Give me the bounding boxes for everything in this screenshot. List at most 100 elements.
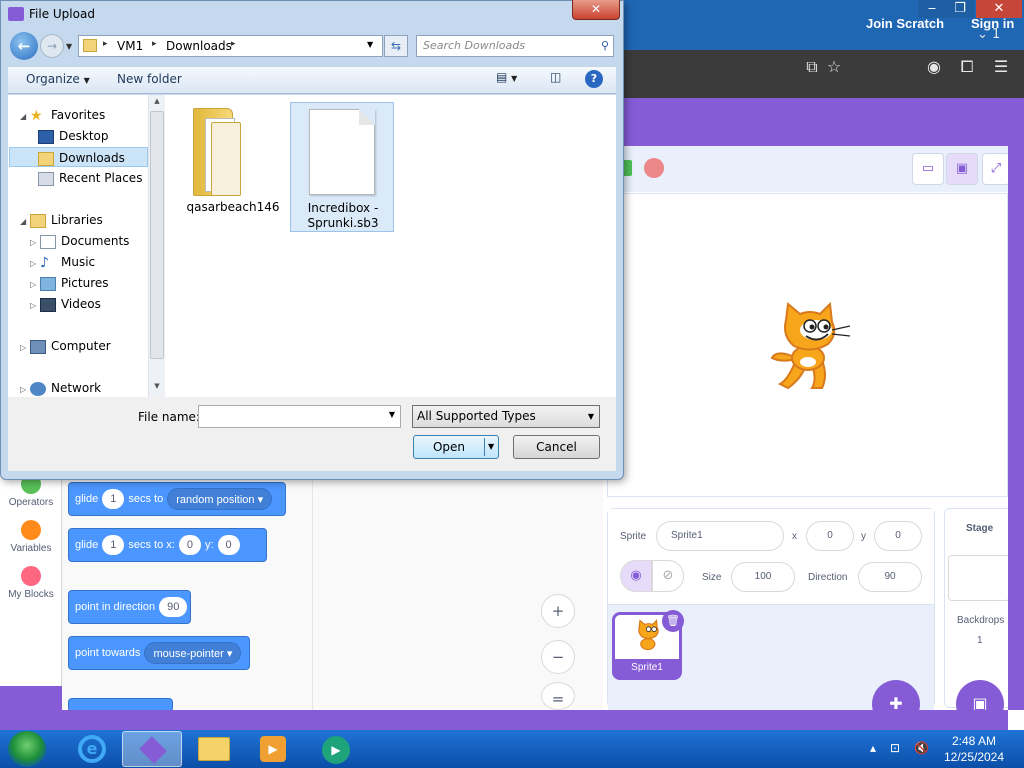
file-type-dropdown-icon[interactable]: ▼ (588, 406, 594, 427)
collapse-icon[interactable]: ◢ (20, 217, 26, 226)
breadcrumb-separator-icon[interactable]: ▸ (231, 39, 236, 49)
file-type-select[interactable]: All Supported Types ▼ (412, 405, 600, 428)
volume-muted-icon[interactable]: 🔇 (914, 741, 929, 755)
back-arrow-icon[interactable]: ← (10, 32, 38, 60)
media-center-taskbar-icon[interactable]: ▶ (306, 731, 366, 767)
bookmark-star-icon[interactable]: ☆ (823, 56, 845, 78)
breadcrumb-separator-icon[interactable]: ▸ (103, 39, 108, 49)
screenshot-icon[interactable]: ⧉ (801, 56, 823, 78)
my-blocks-category-icon[interactable] (21, 566, 41, 586)
nav-documents[interactable]: ▷ Documents (26, 231, 129, 251)
preview-pane-icon[interactable]: ◫ (550, 70, 561, 84)
zoom-in-icon[interactable]: + (541, 594, 575, 628)
restore-button[interactable]: ❐ (946, 0, 974, 18)
search-input[interactable]: Search Downloads ⚲ (416, 35, 614, 57)
sign-in-link[interactable]: Sign in (971, 16, 1014, 31)
system-clock[interactable]: 2:48 AM 12/25/2024 (934, 733, 1014, 765)
scroll-down-icon[interactable]: ▼ (150, 382, 164, 390)
profile-icon[interactable]: ◉ (923, 56, 945, 78)
menu-icon[interactable]: ☰ (990, 56, 1012, 78)
nav-computer[interactable]: ▷ Computer (16, 336, 111, 356)
nav-libraries[interactable]: ◢ Libraries (16, 210, 103, 230)
nav-music[interactable]: ▷ ♪ Music (26, 252, 95, 272)
change-view-icon[interactable]: ▤ ▼ (496, 70, 517, 84)
category-my-blocks[interactable]: My Blocks (0, 589, 62, 600)
nav-downloads[interactable]: Downloads (9, 147, 148, 167)
join-scratch-link[interactable]: Join Scratch (866, 16, 944, 31)
large-stage-button[interactable]: ▣ (946, 153, 978, 185)
help-icon[interactable]: ? (585, 70, 603, 88)
breadcrumb-separator-icon[interactable]: ▸ (152, 39, 157, 49)
y-position-input[interactable]: 0 (874, 521, 922, 551)
workspace-scrollbar[interactable] (593, 478, 603, 710)
open-options-dropdown-icon[interactable]: ▼ (488, 436, 494, 458)
expand-icon[interactable]: ▷ (30, 280, 36, 289)
zoom-out-icon[interactable]: − (541, 640, 575, 674)
variables-category-icon[interactable] (21, 520, 41, 540)
nav-scroll-thumb[interactable] (150, 111, 164, 359)
block-input-secs[interactable]: 1 (102, 535, 125, 556)
expand-icon[interactable]: ▷ (30, 238, 36, 247)
address-bar[interactable]: ▸ VM1 ▸ Downloads ▸ ▼ (78, 35, 383, 57)
block-input-direction[interactable]: 90 (159, 597, 188, 618)
tray-expand-icon[interactable]: ▴ (870, 741, 876, 755)
collapse-icon[interactable]: ◢ (20, 112, 26, 121)
nav-pane-scrollbar[interactable]: ▲ ▼ (148, 95, 165, 397)
hide-sprite-eye-icon[interactable]: ⊘ (652, 560, 684, 592)
scroll-up-icon[interactable]: ▲ (150, 97, 164, 105)
media-player-taskbar-icon[interactable]: ▶ (244, 731, 304, 767)
glide-xy-block[interactable]: glide 1 secs to x: 0 y: 0 (68, 528, 267, 562)
refresh-icon[interactable]: ⇆ (384, 35, 408, 57)
block-dropdown-target[interactable]: random position ▾ (167, 488, 273, 511)
stage-thumbnail[interactable] (948, 555, 1010, 601)
category-variables[interactable]: Variables (0, 543, 62, 554)
breadcrumb-downloads[interactable]: Downloads (166, 39, 232, 53)
zoom-reset-icon[interactable]: = (541, 682, 575, 710)
delete-sprite-icon[interactable]: 🗑 (662, 610, 684, 632)
nav-favorites[interactable]: ◢ ★ Favorites (16, 105, 105, 125)
address-dropdown-icon[interactable]: ▼ (367, 40, 373, 49)
nav-pictures[interactable]: ▷ Pictures (26, 273, 109, 293)
show-sprite-eye-icon[interactable]: ◉ (620, 560, 652, 592)
explorer-taskbar-icon[interactable] (184, 731, 244, 767)
nav-network[interactable]: ▷ Network (16, 378, 101, 398)
file-name-input[interactable]: ▼ (198, 405, 401, 428)
direction-input[interactable]: 90 (858, 562, 922, 592)
open-button[interactable]: Open ▼ (413, 435, 499, 459)
search-icon[interactable]: ⚲ (601, 36, 609, 56)
expand-icon[interactable]: ▷ (20, 385, 26, 394)
page-horizontal-scrollbar[interactable] (0, 710, 1008, 730)
block-dropdown-target[interactable]: mouse-pointer ▾ (144, 642, 242, 665)
small-stage-button[interactable]: ▭ (912, 153, 944, 185)
extensions-strip[interactable] (0, 686, 62, 710)
page-vertical-scrollbar[interactable] (1008, 98, 1024, 710)
size-input[interactable]: 100 (731, 562, 795, 592)
fullscreen-icon[interactable]: ⤢ (982, 153, 1010, 185)
nav-recent-places[interactable]: Recent Places (34, 168, 142, 188)
start-button[interactable] (8, 731, 46, 767)
file-item-sb3[interactable]: Incredibox - Sprunki.sb3 (290, 102, 394, 232)
file-item-folder[interactable]: qasarbeach146 (181, 102, 285, 232)
expand-icon[interactable]: ▷ (30, 259, 36, 268)
expand-icon[interactable]: ▷ (30, 301, 36, 310)
nav-desktop[interactable]: Desktop (34, 126, 109, 146)
x-position-input[interactable]: 0 (806, 521, 854, 551)
dialog-close-button[interactable]: ✕ (572, 0, 620, 20)
category-operators[interactable]: Operators (0, 497, 62, 508)
point-in-direction-block[interactable]: point in direction 90 (68, 590, 191, 624)
breadcrumb-vm1[interactable]: VM1 (117, 39, 143, 53)
scratch-browser-taskbar-icon[interactable] (122, 731, 182, 767)
nav-videos[interactable]: ▷ Videos (26, 294, 101, 314)
internet-explorer-taskbar-icon[interactable]: e (62, 731, 122, 767)
point-towards-block[interactable]: point towards mouse-pointer ▾ (68, 636, 250, 670)
network-tray-icon[interactable]: ⊡ (890, 741, 900, 755)
block-input-x[interactable]: 0 (178, 535, 201, 556)
new-folder-button[interactable]: New folder (117, 72, 182, 86)
file-name-dropdown-icon[interactable]: ▼ (389, 410, 395, 419)
scratch-cat-sprite[interactable] (766, 300, 856, 392)
organize-button[interactable]: Organize ▼ (26, 72, 90, 86)
cancel-button[interactable]: Cancel (513, 435, 600, 459)
extensions-icon[interactable]: ⧠ (956, 56, 978, 78)
glide-random-block[interactable]: glide 1 secs to random position ▾ (68, 482, 286, 516)
stage-selector-pane[interactable] (944, 508, 1014, 708)
